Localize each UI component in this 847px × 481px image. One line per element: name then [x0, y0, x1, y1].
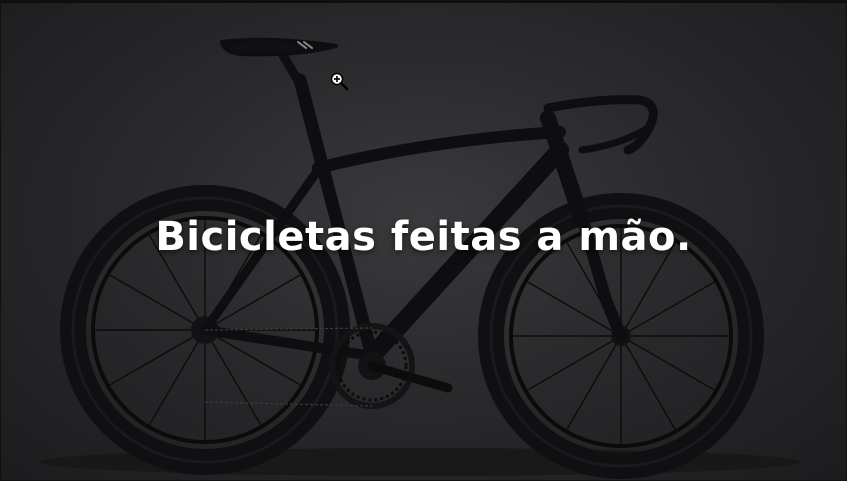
hero-section: Bicicletas feitas a mão.: [0, 0, 847, 481]
hero-headline: Bicicletas feitas a mão.: [155, 214, 692, 260]
zoom-in-cursor-icon: [330, 72, 349, 91]
